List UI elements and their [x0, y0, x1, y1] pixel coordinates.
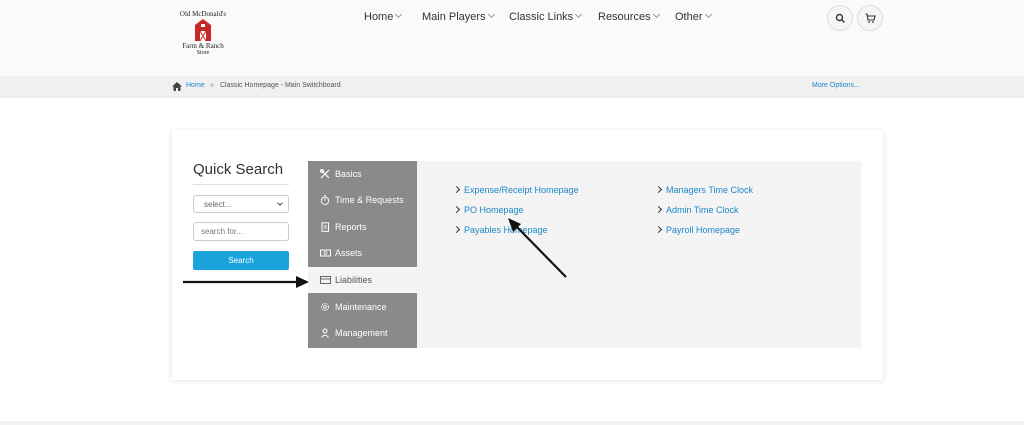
gear-icon: [321, 303, 329, 311]
nav-item-label: Home: [364, 11, 394, 23]
nav-item-home[interactable]: Home: [364, 10, 403, 23]
divider: [193, 184, 289, 185]
document-icon: [321, 222, 329, 232]
cash-icon: [320, 249, 331, 257]
menu-item-time-requests[interactable]: Time & Requests: [308, 187, 417, 213]
nav-item-main-players[interactable]: Main Players: [422, 10, 495, 23]
search-button[interactable]: [827, 5, 853, 31]
chevron-down-icon: [575, 10, 583, 19]
site-header: Old McDonald's Farm & Ranch Store Home M…: [0, 0, 1024, 76]
search-input[interactable]: [193, 222, 289, 241]
stopwatch-icon: [320, 195, 330, 205]
menu-item-label: Liabilities: [335, 275, 373, 285]
nav-item-label: Main Players: [422, 11, 486, 23]
search-submit-button[interactable]: Search: [193, 251, 289, 270]
site-logo[interactable]: Old McDonald's Farm & Ranch Store: [172, 10, 234, 60]
menu-item-label: Time & Requests: [335, 195, 404, 205]
nav-item-other[interactable]: Other: [675, 10, 712, 23]
menu-item-maintenance[interactable]: Maintenance: [308, 294, 417, 320]
people-icon: [321, 328, 329, 338]
cart-button[interactable]: [857, 5, 883, 31]
link-label: Admin Time Clock: [666, 205, 739, 215]
card-icon: [320, 276, 331, 284]
nav-item-label: Resources: [598, 11, 651, 23]
nav-item-resources[interactable]: Resources: [598, 10, 660, 23]
menu-item-label: Reports: [335, 222, 367, 232]
breadcrumb-separator: »: [210, 82, 214, 89]
link-payables-homepage[interactable]: Payables Homepage: [452, 225, 548, 235]
tools-icon: [320, 169, 330, 179]
link-label: Payroll Homepage: [666, 225, 741, 235]
search-icon: [835, 13, 845, 23]
link-payroll-homepage[interactable]: Payroll Homepage: [654, 225, 741, 235]
menu-item-management[interactable]: Management: [308, 320, 417, 346]
cart-icon: [865, 13, 876, 23]
chevron-down-icon: [487, 10, 495, 19]
link-label: PO Homepage: [464, 205, 524, 215]
footer-divider: [0, 421, 1024, 425]
menu-item-label: Assets: [335, 248, 363, 258]
breadcrumb: Home » Classic Homepage - Main Switchboa…: [0, 76, 1024, 98]
link-label: Payables Homepage: [464, 225, 548, 235]
link-managers-time-clock[interactable]: Managers Time Clock: [654, 185, 754, 195]
search-category-select[interactable]: select...: [193, 195, 289, 213]
category-menu: Basics Time & Requests Reports Assets Li…: [308, 161, 417, 348]
menu-item-label: Maintenance: [335, 302, 387, 312]
menu-item-basics[interactable]: Basics: [308, 161, 417, 187]
quick-search-title: Quick Search: [193, 161, 284, 178]
link-po-homepage[interactable]: PO Homepage: [452, 205, 524, 215]
logo-line-2: Farm & Ranch: [182, 42, 224, 50]
breadcrumb-current: Classic Homepage - Main Switchboard: [220, 82, 341, 89]
more-options-link[interactable]: More Options...: [812, 82, 860, 89]
link-label: Expense/Receipt Homepage: [464, 185, 579, 195]
breadcrumb-home-link[interactable]: Home: [186, 82, 205, 89]
logo-line-1: Old McDonald's: [179, 10, 227, 18]
chevron-down-icon: [652, 10, 660, 19]
link-expense-receipt-homepage[interactable]: Expense/Receipt Homepage: [452, 185, 579, 195]
select-value: select...: [204, 200, 232, 209]
chevron-down-icon: [277, 200, 283, 206]
barn-icon: [195, 19, 211, 41]
menu-item-assets[interactable]: Assets: [308, 240, 417, 266]
chevron-down-icon: [395, 10, 403, 19]
link-admin-time-clock[interactable]: Admin Time Clock: [654, 205, 739, 215]
menu-item-label: Management: [335, 328, 388, 338]
home-icon[interactable]: [172, 82, 182, 91]
nav-item-label: Classic Links: [509, 11, 574, 23]
menu-item-liabilities[interactable]: Liabilities: [308, 267, 417, 293]
chevron-down-icon: [704, 10, 712, 19]
menu-item-label: Basics: [335, 169, 362, 179]
nav-item-classic-links[interactable]: Classic Links: [509, 10, 583, 23]
link-label: Managers Time Clock: [666, 185, 754, 195]
logo-line-3: Store: [196, 50, 210, 56]
menu-item-reports[interactable]: Reports: [308, 214, 417, 240]
nav-item-label: Other: [675, 11, 703, 23]
